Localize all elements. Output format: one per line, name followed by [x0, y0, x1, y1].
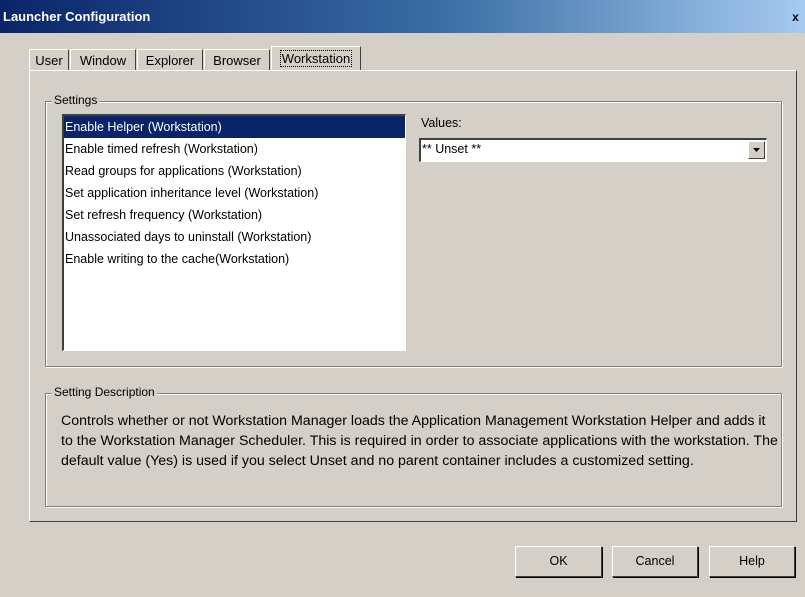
ok-button[interactable]: OK: [515, 546, 602, 577]
chevron-down-icon: [753, 148, 760, 152]
cancel-button[interactable]: Cancel: [612, 546, 698, 577]
tab-browser[interactable]: Browser: [204, 49, 270, 71]
tab-explorer-label: Explorer: [145, 53, 195, 68]
tab-window-label: Window: [79, 53, 127, 68]
tab-workstation[interactable]: Workstation: [271, 46, 361, 71]
title-bar[interactable]: Launcher Configuration x: [0, 0, 805, 33]
settings-list[interactable]: Enable Helper (Workstation) Enable timed…: [62, 114, 406, 351]
help-button[interactable]: Help: [709, 546, 795, 577]
close-icon[interactable]: x: [789, 11, 802, 24]
setting-description-text: Controls whether or not Workstation Mana…: [61, 413, 778, 469]
window-title: Launcher Configuration: [3, 9, 151, 24]
settings-group-label: Settings: [52, 93, 100, 107]
list-item[interactable]: Read groups for applications (Workstatio…: [64, 160, 405, 182]
tab-explorer[interactable]: Explorer: [137, 49, 203, 71]
dropdown-button[interactable]: [748, 141, 765, 159]
tab-workstation-label: Workstation: [279, 50, 353, 67]
list-item[interactable]: Enable writing to the cache(Workstation): [64, 248, 405, 270]
list-item[interactable]: Set refresh frequency (Workstation): [64, 204, 405, 226]
tab-window[interactable]: Window: [70, 49, 136, 71]
tab-browser-label: Browser: [213, 53, 261, 68]
tab-user-label: User: [35, 53, 63, 68]
values-selected: ** Unset **: [422, 142, 482, 156]
list-item[interactable]: Unassociated days to uninstall (Workstat…: [64, 226, 405, 248]
list-item[interactable]: Set application inheritance level (Works…: [64, 182, 405, 204]
setting-description-label: Setting Description: [52, 385, 157, 399]
list-item[interactable]: Enable timed refresh (Workstation): [64, 138, 405, 160]
values-dropdown[interactable]: ** Unset **: [419, 138, 767, 162]
values-label: Values:: [421, 116, 462, 130]
tab-user[interactable]: User: [29, 49, 69, 71]
launcher-configuration-dialog: Launcher Configuration x User Window Exp…: [0, 0, 805, 597]
list-item[interactable]: Enable Helper (Workstation): [64, 116, 405, 138]
